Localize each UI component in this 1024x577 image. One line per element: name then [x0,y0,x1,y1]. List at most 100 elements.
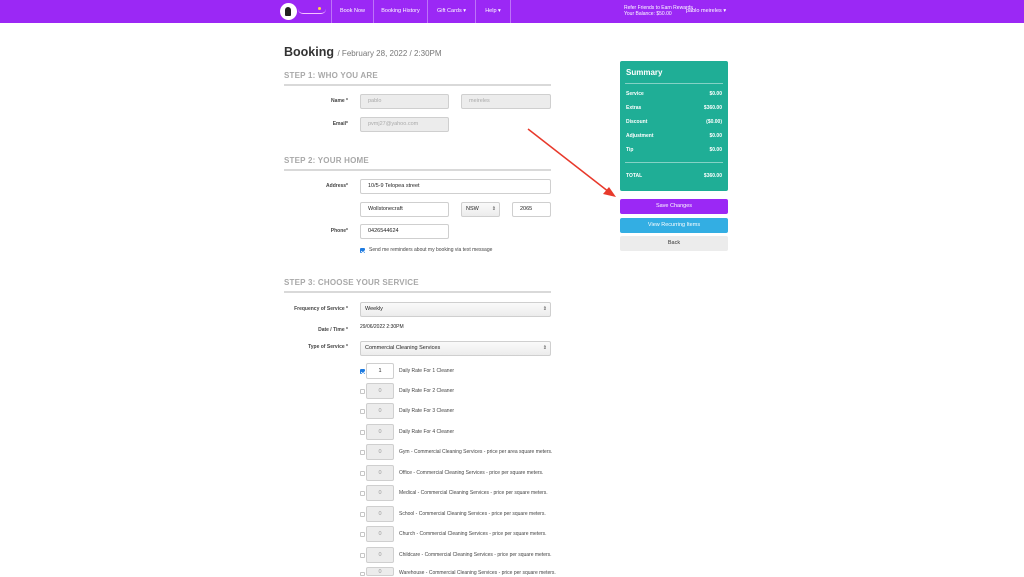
summary-total-label: TOTAL [626,173,643,179]
service-item-quantity[interactable]: 0 [366,424,394,440]
summary-row-label: Discount [626,119,648,125]
service-item-label: Medical - Commercial Cleaning Services -… [399,490,548,496]
logo-emblem-icon [280,3,297,20]
select-arrows-icon: ⇕ [491,206,496,212]
service-item-checkbox[interactable] [360,491,365,496]
save-changes-button[interactable]: Save Changes [620,199,728,214]
view-recurring-items-button[interactable]: View Recurring Items [620,218,728,233]
nav-book-now[interactable]: Book Now [332,0,373,23]
step-divider [284,84,551,86]
brand-logo[interactable] [280,3,326,20]
nav-gift-cards[interactable]: Gift Cards ▾ [428,0,475,23]
postcode-field[interactable]: 2065 [512,202,551,217]
service-item-label: Daily Rate For 4 Cleaner [399,429,455,435]
summary-row-value: $0.00 [709,133,722,139]
frequency-value: Weekly [365,306,383,312]
service-item-label: Daily Rate For 2 Cleaner [399,388,455,394]
email-field[interactable]: pvmj27@yahoo.com [360,117,449,132]
service-item-quantity[interactable]: 0 [366,444,394,460]
step1-heading: STEP 1: WHO YOU ARE [284,71,378,80]
service-type-label: Type of Service * [308,344,348,350]
summary-divider [625,162,723,163]
step2-heading: STEP 2: YOUR HOME [284,156,369,165]
service-item-checkbox[interactable] [360,532,365,537]
service-item-quantity[interactable]: 1 [366,363,394,379]
service-item-checkbox[interactable] [360,512,365,517]
summary-row-label: Extras [626,105,642,111]
summary-row-value: ($0.00) [706,119,722,125]
nav-booking-history[interactable]: Booking History [374,0,427,23]
service-item-quantity[interactable]: 0 [366,547,394,563]
last-name-field[interactable]: meireles [461,94,551,109]
state-value: NSW [466,206,479,212]
user-menu[interactable]: pablo meireles ▾ [686,0,726,23]
summary-row: Extras $360.00 [626,105,722,111]
frequency-label: Frequency of Service * [294,306,348,312]
service-item-quantity[interactable]: 0 [366,465,394,481]
frequency-select[interactable]: Weekly ⇕ [360,302,551,317]
service-item-checkbox[interactable] [360,553,365,558]
step3-heading: STEP 3: CHOOSE YOUR SERVICE [284,278,419,287]
sms-reminder-checkbox[interactable] [360,248,365,253]
summary-row-label: Adjustment [626,133,654,139]
nav-gift-cards-label: Gift Cards [436,8,462,14]
service-item-checkbox[interactable] [360,450,365,455]
service-item-quantity[interactable]: 0 [366,383,394,399]
service-item-label: Gym - Commercial Cleaning Services - pri… [399,449,553,455]
nav-help[interactable]: Help ▾ [476,0,510,23]
user-name: pablo meireles [686,8,722,14]
summary-row-value: $0.00 [709,91,722,97]
rewards-balance-text: Your Balance: $50.00 [624,11,672,17]
service-item-quantity[interactable]: 0 [366,526,394,542]
first-name-field[interactable]: pablo [360,94,449,109]
service-item-quantity[interactable]: 0 [366,567,394,576]
service-item-checkbox[interactable] [360,409,365,414]
service-item-checkbox[interactable] [360,389,365,394]
service-item-checkbox[interactable] [360,471,365,476]
summary-panel: Summary Service $0.00 Extras $360.00 Dis… [620,61,728,191]
phone-field[interactable]: 0426544624 [360,224,449,239]
summary-title: Summary [626,68,663,77]
service-item-quantity[interactable]: 0 [366,485,394,501]
chevron-down-icon: ▾ [463,8,467,14]
service-item-label: School - Commercial Cleaning Services - … [399,511,546,517]
service-item-quantity[interactable]: 0 [366,506,394,522]
page-title: Booking / February 28, 2022 / 2:30PM [284,45,442,59]
logo-dot-icon [318,7,321,10]
page-subtitle: / February 28, 2022 / 2:30PM [337,49,442,58]
summary-total-value: $360.00 [703,173,722,179]
service-type-value: Commercial Cleaning Services [365,345,441,351]
nav-help-label: Help [485,8,497,14]
address-label: Address* [326,183,348,189]
service-type-select[interactable]: Commercial Cleaning Services ⇕ [360,341,551,356]
rewards-balance[interactable]: Refer Friends to Earn Rewards Your Balan… [624,5,693,17]
chevron-down-icon: ▾ [723,8,727,14]
summary-row-label: Service [626,91,644,97]
step-divider [284,169,551,171]
name-label: Name * [331,98,348,104]
service-item-checkbox[interactable] [360,430,365,435]
suburb-field[interactable]: Wollstonecraft [360,202,449,217]
service-item-checkbox[interactable] [360,369,365,374]
summary-row: Adjustment $0.00 [626,133,722,139]
chevron-down-icon: ▾ [498,8,501,14]
summary-total-row: TOTAL $360.00 [626,173,722,179]
service-item-label: Warehouse - Commercial Cleaning Services… [399,570,556,576]
service-item-quantity[interactable]: 0 [366,403,394,419]
summary-row: Service $0.00 [626,91,722,97]
summary-row-value: $360.00 [703,105,722,111]
address-field[interactable]: 10/5-9 Telopea street [360,179,551,194]
service-item-label: Church - Commercial Cleaning Services - … [399,531,547,537]
datetime-value[interactable]: 29/06/2022 2:30PM [360,324,404,330]
service-item-label: Daily Rate For 3 Cleaner [399,408,455,414]
summary-row: Discount ($0.00) [626,119,722,125]
service-item-label: Office - Commercial Cleaning Services - … [399,470,544,476]
back-button[interactable]: Back [620,236,728,251]
step-divider [284,291,551,293]
logo-script-icon [298,9,326,14]
service-item-label: Daily Rate For 1 Cleaner [399,368,455,374]
state-select[interactable]: NSW ⇕ [461,202,500,217]
sms-reminder-label: Send me reminders about my booking via t… [369,247,493,253]
service-item-label: Childcare - Commercial Cleaning Services… [399,552,552,558]
service-item-checkbox[interactable] [360,572,365,576]
